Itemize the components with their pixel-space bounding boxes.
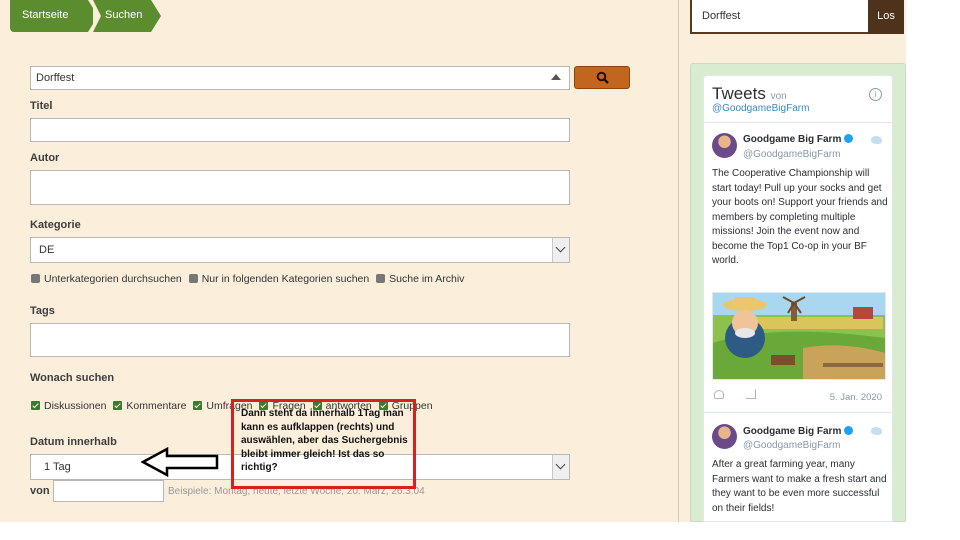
title-label: Titel — [30, 100, 53, 112]
category-label: Kategorie — [30, 219, 81, 231]
sidebar-search-button[interactable]: Los — [868, 0, 904, 34]
tweet-author-name[interactable]: Goodgame Big Farm — [743, 134, 854, 145]
tags-input[interactable] — [30, 323, 570, 357]
left-arrow-icon — [141, 447, 219, 477]
option-comments[interactable]: Kommentare — [113, 400, 186, 412]
option-subcategories[interactable]: Unterkategorien durchsuchen — [31, 273, 182, 285]
tweet-image[interactable] — [712, 292, 886, 380]
chevron-down-icon — [555, 459, 566, 470]
category-value: DE — [39, 244, 55, 256]
sidebar-search-input[interactable]: Dorffest — [690, 0, 868, 34]
tweets-widget: Tweets von @GoodgameBigFarm i Goodgame B… — [703, 75, 893, 522]
twitter-bird-icon[interactable] — [871, 136, 882, 144]
tweets-user-link[interactable]: @GoodgameBigFarm — [712, 103, 809, 114]
avatar[interactable] — [712, 133, 737, 158]
tweets-title: Tweets — [712, 84, 766, 103]
tweet-date[interactable]: 5. Jan. 2020 — [830, 392, 882, 403]
checkbox-checked-icon[interactable] — [113, 401, 123, 410]
divider — [704, 412, 892, 413]
chevron-down-icon — [555, 242, 566, 253]
farm-illustration — [713, 293, 885, 379]
caret-up-icon[interactable] — [551, 74, 561, 80]
tweet-text: After a great farming year, many Farmers… — [712, 459, 887, 514]
author-input[interactable] — [30, 170, 570, 205]
search-for-label: Wonach suchen — [30, 372, 115, 384]
tweet-author-name-text: Goodgame Big Farm — [743, 426, 842, 437]
date-within-label: Datum innerhalb — [30, 436, 117, 448]
option-comments-label: Kommentare — [126, 400, 187, 412]
option-archive[interactable]: Suche im Archiv — [376, 273, 464, 285]
search-input-value: Dorffest — [36, 72, 75, 84]
verified-icon — [844, 426, 854, 435]
author-label: Autor — [30, 152, 60, 164]
checkbox-checked-icon[interactable] — [193, 401, 203, 410]
search-input[interactable]: Dorffest — [30, 66, 570, 90]
date-dropdown-button[interactable] — [552, 455, 569, 479]
tweets-by: von — [770, 91, 787, 102]
category-dropdown-button[interactable] — [552, 238, 569, 262]
tweet-author-name-text: Goodgame Big Farm — [743, 134, 842, 145]
option-only-categories[interactable]: Nur in folgenden Kategorien suchen — [188, 273, 370, 285]
like-icon[interactable] — [714, 390, 724, 399]
option-subcategories-label: Unterkategorien durchsuchen — [44, 273, 182, 285]
tags-label: Tags — [30, 305, 55, 317]
title-input[interactable] — [30, 118, 570, 142]
breadcrumb-search-label: Suchen — [105, 9, 143, 21]
option-only-categories-label: Nur in folgenden Kategorien suchen — [201, 273, 370, 285]
tweet-handle[interactable]: @GoodgameBigFarm — [743, 149, 840, 160]
avatar[interactable] — [712, 424, 737, 449]
checkbox-unchecked-icon[interactable] — [31, 274, 40, 283]
tweet-author-name[interactable]: Goodgame Big Farm — [743, 426, 854, 437]
checkbox-checked-icon[interactable] — [31, 401, 40, 410]
category-options: Unterkategorien durchsuchen Nur in folge… — [31, 273, 468, 285]
annotation-text: Dann steht da innerhalb 1Tag man kann es… — [241, 408, 408, 473]
category-select[interactable]: DE — [30, 237, 570, 263]
verified-icon — [844, 134, 854, 143]
option-discussions[interactable]: Diskussionen — [31, 400, 106, 412]
breadcrumb-home[interactable]: Startseite — [10, 0, 98, 32]
divider — [704, 122, 892, 123]
checkbox-unchecked-icon[interactable] — [188, 274, 198, 283]
twitter-bird-icon[interactable] — [871, 427, 882, 435]
from-input[interactable] — [53, 480, 164, 502]
tweets-heading: Tweets von — [712, 84, 787, 104]
info-icon[interactable]: i — [869, 88, 882, 101]
tweet-text: The Cooperative Championship will start … — [712, 168, 888, 266]
magnifier-icon — [596, 71, 609, 84]
option-archive-label: Suche im Archiv — [389, 273, 465, 285]
share-icon[interactable] — [746, 389, 756, 399]
tweet-handle[interactable]: @GoodgameBigFarm — [743, 440, 840, 451]
breadcrumb-search[interactable]: Suchen — [93, 0, 161, 32]
breadcrumb-home-label: Startseite — [22, 9, 69, 21]
from-label: von — [30, 485, 50, 497]
search-button[interactable] — [574, 66, 630, 89]
option-discussions-label: Diskussionen — [44, 400, 107, 412]
checkbox-unchecked-icon[interactable] — [376, 274, 386, 283]
